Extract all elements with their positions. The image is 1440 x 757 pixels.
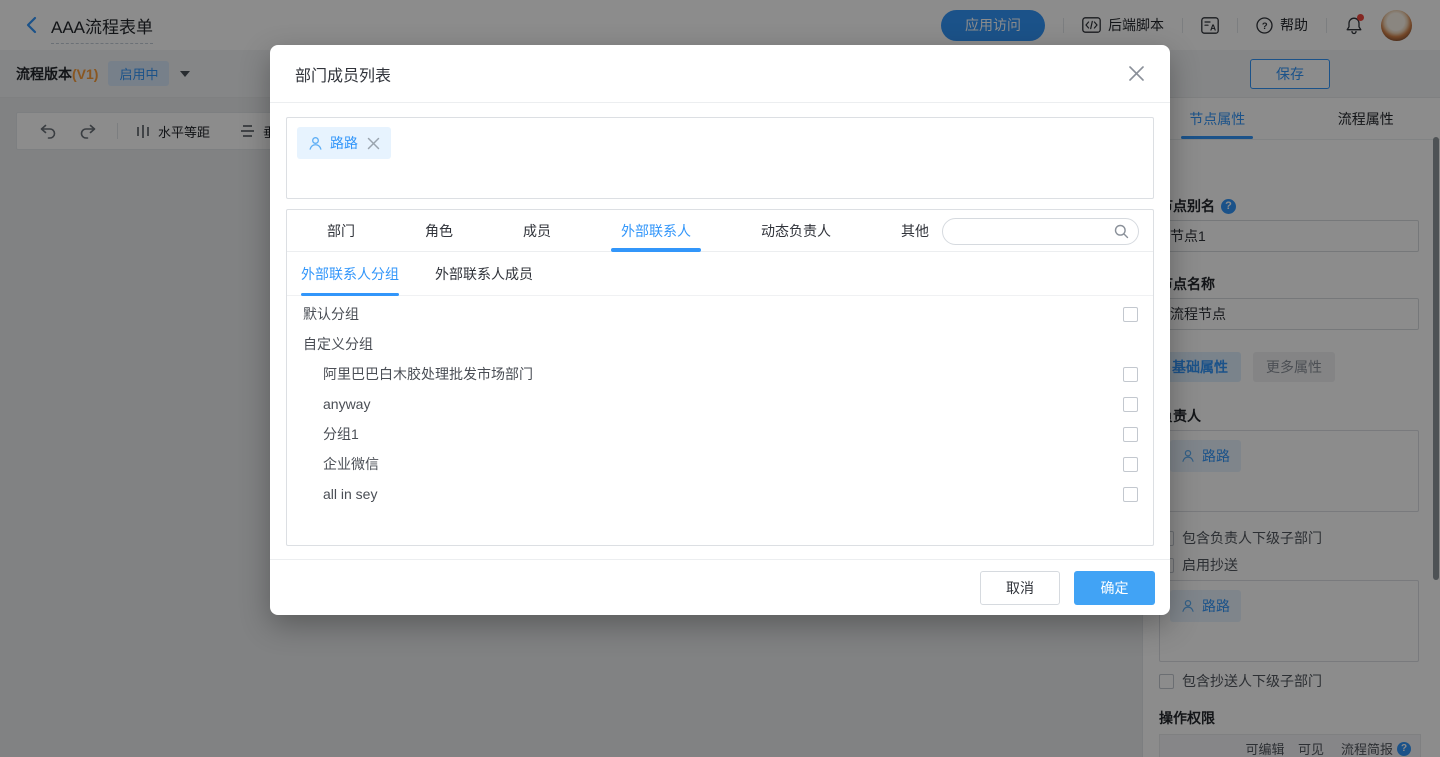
group-list: 默认分组 自定义分组 阿里巴巴白木胶处理批发市场部门 anyway 分组1 企业… <box>287 296 1153 509</box>
list-item[interactable]: 自定义分组 <box>287 329 1153 359</box>
tab-role[interactable]: 角色 <box>425 210 453 252</box>
list-item-label: 阿里巴巴白木胶处理批发市场部门 <box>323 364 533 384</box>
selected-member-tag: 路路 <box>297 127 391 159</box>
selected-member-name: 路路 <box>330 133 358 153</box>
list-item-checkbox[interactable] <box>1123 487 1138 502</box>
dialog-title: 部门成员列表 <box>295 62 391 86</box>
list-item[interactable]: all in sey <box>287 479 1153 509</box>
tab-other[interactable]: 其他 <box>901 210 929 252</box>
confirm-button[interactable]: 确定 <box>1074 571 1155 605</box>
subtab-external-groups[interactable]: 外部联系人分组 <box>301 252 399 296</box>
tab-external-contacts[interactable]: 外部联系人 <box>621 210 691 252</box>
department-member-dialog: 部门成员列表 路路 部门 角色 成员 外部联系人 动态负责人 其他 <box>270 45 1170 615</box>
list-item-label: 自定义分组 <box>303 334 373 354</box>
list-item-label: all in sey <box>323 486 377 502</box>
member-picker: 部门 角色 成员 外部联系人 动态负责人 其他 外部联系人分组 外部联系人成员 … <box>286 209 1154 546</box>
list-item[interactable]: anyway <box>287 389 1153 419</box>
list-item-checkbox[interactable] <box>1123 307 1138 322</box>
list-item[interactable]: 分组1 <box>287 419 1153 449</box>
picker-tabs: 部门 角色 成员 外部联系人 动态负责人 其他 <box>287 210 1153 252</box>
close-icon[interactable] <box>1128 65 1145 82</box>
list-item-label: 企业微信 <box>323 454 379 474</box>
list-item[interactable]: 阿里巴巴白木胶处理批发市场部门 <box>287 359 1153 389</box>
list-item-checkbox[interactable] <box>1123 367 1138 382</box>
subtab-external-members[interactable]: 外部联系人成员 <box>435 252 533 296</box>
tab-dynamic-owner[interactable]: 动态负责人 <box>761 210 831 252</box>
search-icon <box>1114 224 1129 239</box>
tab-department[interactable]: 部门 <box>327 210 355 252</box>
list-item-checkbox[interactable] <box>1123 427 1138 442</box>
person-icon <box>308 136 323 151</box>
picker-subtabs: 外部联系人分组 外部联系人成员 <box>287 252 1153 296</box>
tab-member[interactable]: 成员 <box>523 210 551 252</box>
remove-tag-icon[interactable] <box>367 137 380 150</box>
list-item-checkbox[interactable] <box>1123 457 1138 472</box>
member-search-input[interactable] <box>942 218 1139 245</box>
list-item-checkbox[interactable] <box>1123 397 1138 412</box>
cancel-button[interactable]: 取消 <box>980 571 1060 605</box>
list-item[interactable]: 默认分组 <box>287 299 1153 329</box>
list-item-label: anyway <box>323 396 370 412</box>
selected-members-box[interactable]: 路路 <box>286 117 1154 199</box>
list-item-label: 分组1 <box>323 424 359 444</box>
list-item-label: 默认分组 <box>303 304 359 324</box>
list-item[interactable]: 企业微信 <box>287 449 1153 479</box>
